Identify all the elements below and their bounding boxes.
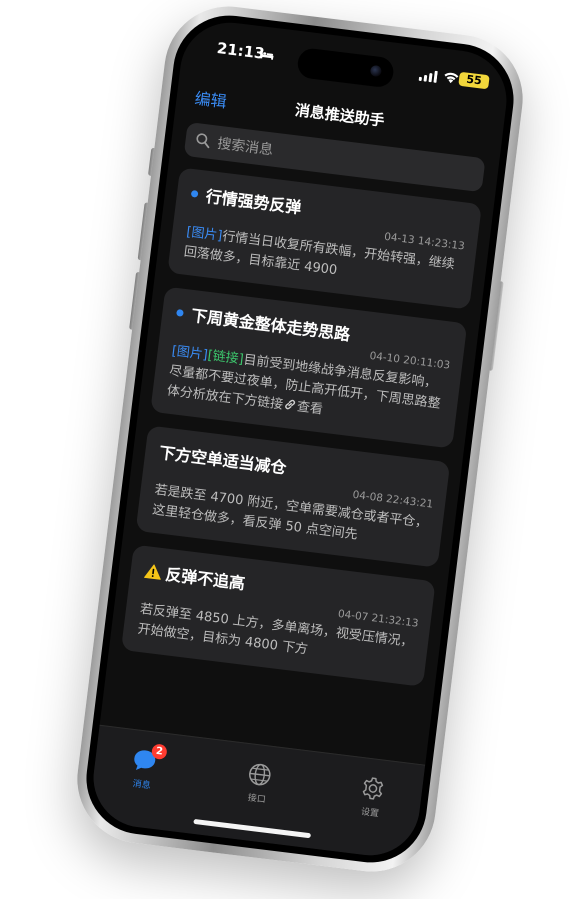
sleep-focus-icon: [260, 50, 274, 60]
message-list: 行情强势反弹 04-13 14:23:13 [图片]行情当日收复所有跌幅，开始转…: [119, 167, 482, 700]
warning-icon: [144, 563, 161, 580]
status-time: 21:13: [215, 39, 266, 63]
tab-label: 设置: [360, 807, 380, 820]
app-screen: 21:13 55 编辑 消息推送助手 搜索消息 行情强势反弹 04-13 14:…: [87, 17, 513, 861]
message-card[interactable]: 下周黄金整体走势思路 04-10 20:11:03 [图片][链接]目前受到地缘…: [150, 286, 468, 449]
globe-icon: [245, 760, 274, 789]
tab-label: 消息: [132, 779, 152, 792]
image-tag: [图片]: [185, 224, 224, 244]
unread-dot-icon: [176, 308, 184, 317]
tab-label: 接口: [247, 793, 267, 806]
message-card[interactable]: 反弹不追高 04-07 21:32:13 若反弹至 4850 上方，多单离场，视…: [120, 544, 436, 687]
tab-messages[interactable]: 2 消息: [106, 743, 181, 794]
tab-settings[interactable]: 设置: [335, 771, 410, 822]
phone-device: 21:13 55 编辑 消息推送助手 搜索消息 行情强势反弹 04-13 14:…: [70, 0, 530, 879]
dynamic-island: [296, 47, 396, 89]
search-icon: [196, 133, 210, 149]
chat-bubble-icon: 2: [130, 743, 168, 775]
battery-indicator: 55: [458, 71, 490, 90]
message-card[interactable]: 行情强势反弹 04-13 14:23:13 [图片]行情当日收复所有跌幅，开始转…: [167, 167, 482, 310]
gear-icon: [358, 774, 387, 803]
front-camera: [369, 64, 383, 78]
home-indicator[interactable]: [193, 818, 312, 839]
message-card[interactable]: 下方空单适当减仓 04-08 22:43:21 若是跌至 4700 附近，空单需…: [135, 425, 451, 568]
unread-dot-icon: [190, 189, 199, 198]
cellular-signal-icon: [418, 70, 438, 83]
wifi-icon: [444, 72, 459, 84]
tab-interface[interactable]: 接口: [221, 757, 296, 808]
stage: 21:13 55 编辑 消息推送助手 搜索消息 行情强势反弹 04-13 14:…: [0, 0, 570, 899]
view-link[interactable]: 查看: [296, 399, 324, 417]
link-tag: [链接]: [206, 348, 245, 368]
image-tag: [图片]: [170, 343, 209, 364]
